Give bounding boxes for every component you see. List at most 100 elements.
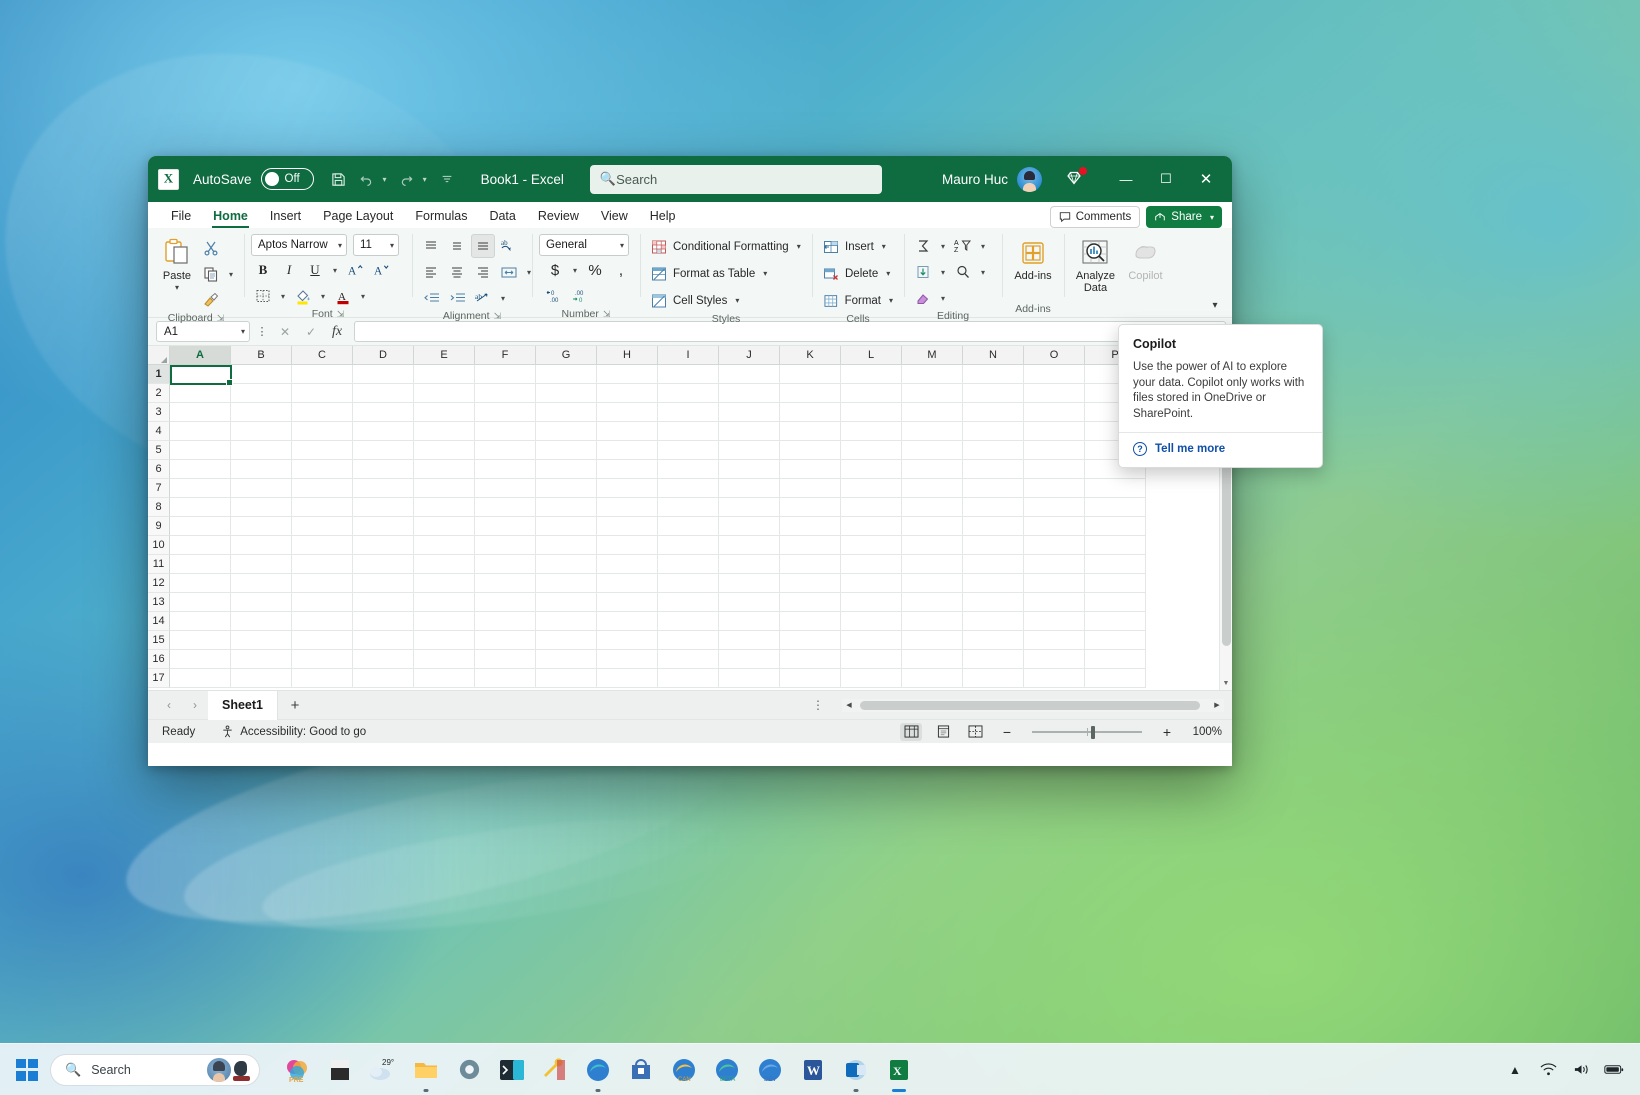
grid-cell[interactable] <box>658 574 719 593</box>
grid-cell[interactable] <box>170 403 231 422</box>
grid-cell[interactable] <box>597 498 658 517</box>
grid-cell[interactable] <box>475 593 536 612</box>
grid-cell[interactable] <box>536 403 597 422</box>
zoom-out-button[interactable]: − <box>996 723 1018 741</box>
grid-cell[interactable] <box>719 669 780 688</box>
fill-down-icon[interactable] <box>911 260 935 284</box>
paste-caret-icon[interactable]: ▾ <box>175 283 179 292</box>
grid-cell[interactable] <box>353 422 414 441</box>
grid-cell[interactable] <box>475 669 536 688</box>
grid-cell[interactable] <box>841 536 902 555</box>
grid-cell[interactable] <box>414 460 475 479</box>
grid-cell[interactable] <box>1024 460 1085 479</box>
grid-cell[interactable] <box>475 612 536 631</box>
grid-cell[interactable] <box>536 517 597 536</box>
grid-cell[interactable] <box>780 650 841 669</box>
taskbar-app-edge-dev[interactable]: DEV <box>755 1055 785 1085</box>
grid-cell[interactable] <box>536 650 597 669</box>
grid-cell[interactable] <box>658 517 719 536</box>
grid-cell[interactable] <box>170 612 231 631</box>
chevron-down-icon[interactable]: ▾ <box>889 296 893 305</box>
increase-font-size-icon[interactable]: A <box>343 258 367 282</box>
grid-cell[interactable] <box>292 536 353 555</box>
redo-icon[interactable] <box>395 166 419 192</box>
grid-cell[interactable] <box>841 479 902 498</box>
grid-cell[interactable] <box>1024 517 1085 536</box>
grid-cell[interactable] <box>1024 365 1085 384</box>
grid-cell[interactable] <box>719 555 780 574</box>
grid-cell[interactable] <box>597 650 658 669</box>
grid-cell[interactable] <box>902 536 963 555</box>
grid-cell[interactable] <box>170 574 231 593</box>
column-header[interactable]: M <box>902 346 963 365</box>
grid-cell[interactable] <box>719 365 780 384</box>
grid-cell[interactable] <box>1085 669 1146 688</box>
row-header[interactable]: 3 <box>148 403 170 422</box>
borders-caret-icon[interactable]: ▾ <box>277 292 289 301</box>
grid-cell[interactable] <box>414 365 475 384</box>
grid-cell[interactable] <box>475 403 536 422</box>
grid-cell[interactable] <box>719 441 780 460</box>
grid-cell[interactable] <box>353 650 414 669</box>
borders-icon[interactable] <box>251 284 275 308</box>
grid-cell[interactable] <box>1085 631 1146 650</box>
autosave-toggle[interactable]: Off <box>261 168 314 190</box>
grid-cell[interactable] <box>231 441 292 460</box>
clipboard-dialog-launcher[interactable]: ⇲ <box>217 313 225 324</box>
column-header[interactable]: K <box>780 346 841 365</box>
grid-cell[interactable] <box>353 612 414 631</box>
grid-cell[interactable] <box>780 669 841 688</box>
increase-decimal-icon[interactable]: 0.00 <box>543 284 567 308</box>
grid-cell[interactable] <box>536 365 597 384</box>
grid-cell[interactable] <box>1085 479 1146 498</box>
grid-cell[interactable] <box>292 384 353 403</box>
grid-cell[interactable] <box>231 460 292 479</box>
grid-cell[interactable] <box>414 384 475 403</box>
active-cell-selection[interactable] <box>170 365 232 385</box>
taskbar-app-terminal[interactable] <box>497 1055 527 1085</box>
grid-cell[interactable] <box>1024 403 1085 422</box>
grid-cell[interactable] <box>780 574 841 593</box>
column-header[interactable]: N <box>963 346 1024 365</box>
grid-cell[interactable] <box>963 460 1024 479</box>
grid-cell[interactable] <box>353 631 414 650</box>
grid-cell[interactable] <box>292 517 353 536</box>
delete-cells-button[interactable]: Delete ▾ <box>819 261 897 286</box>
grid-cell[interactable] <box>658 460 719 479</box>
row-header[interactable]: 8 <box>148 498 170 517</box>
grid-cell[interactable] <box>1085 593 1146 612</box>
grid-cell[interactable] <box>841 422 902 441</box>
grid-cell[interactable] <box>1024 479 1085 498</box>
grid-cell[interactable] <box>963 384 1024 403</box>
autosum-caret-icon[interactable]: ▾ <box>937 242 949 251</box>
grid-cell[interactable] <box>475 517 536 536</box>
fill-caret-icon[interactable]: ▾ <box>937 268 949 277</box>
number-format-combo[interactable]: General ▾ <box>539 234 629 256</box>
grid-cell[interactable] <box>719 612 780 631</box>
grid-cell[interactable] <box>536 441 597 460</box>
taskbar-app-edge-beta[interactable]: BETA <box>712 1055 742 1085</box>
grid-cell[interactable] <box>963 612 1024 631</box>
search-input[interactable]: 🔍 Search <box>590 165 882 194</box>
grid-cell[interactable] <box>353 365 414 384</box>
grid-cell[interactable] <box>597 517 658 536</box>
grid-cell[interactable] <box>292 669 353 688</box>
tab-help[interactable]: Help <box>639 204 687 228</box>
row-header[interactable]: 15 <box>148 631 170 650</box>
grid-cell[interactable] <box>902 498 963 517</box>
align-bottom-icon[interactable] <box>471 234 495 258</box>
column-header[interactable]: B <box>231 346 292 365</box>
scroll-down-icon[interactable]: ▼ <box>1220 676 1232 690</box>
grid-cell[interactable] <box>1024 441 1085 460</box>
taskbar-app-edge[interactable] <box>583 1055 613 1085</box>
grid-cell[interactable] <box>597 422 658 441</box>
select-all-button[interactable] <box>148 346 170 365</box>
grid-cell[interactable] <box>719 498 780 517</box>
grid-cell[interactable] <box>353 555 414 574</box>
grid-cell[interactable] <box>597 403 658 422</box>
grid-cell[interactable] <box>1024 384 1085 403</box>
grid-cell[interactable] <box>597 593 658 612</box>
paste-button[interactable]: Paste ▾ <box>155 234 199 292</box>
merge-center-icon[interactable] <box>497 260 521 284</box>
grid-cell[interactable] <box>292 403 353 422</box>
